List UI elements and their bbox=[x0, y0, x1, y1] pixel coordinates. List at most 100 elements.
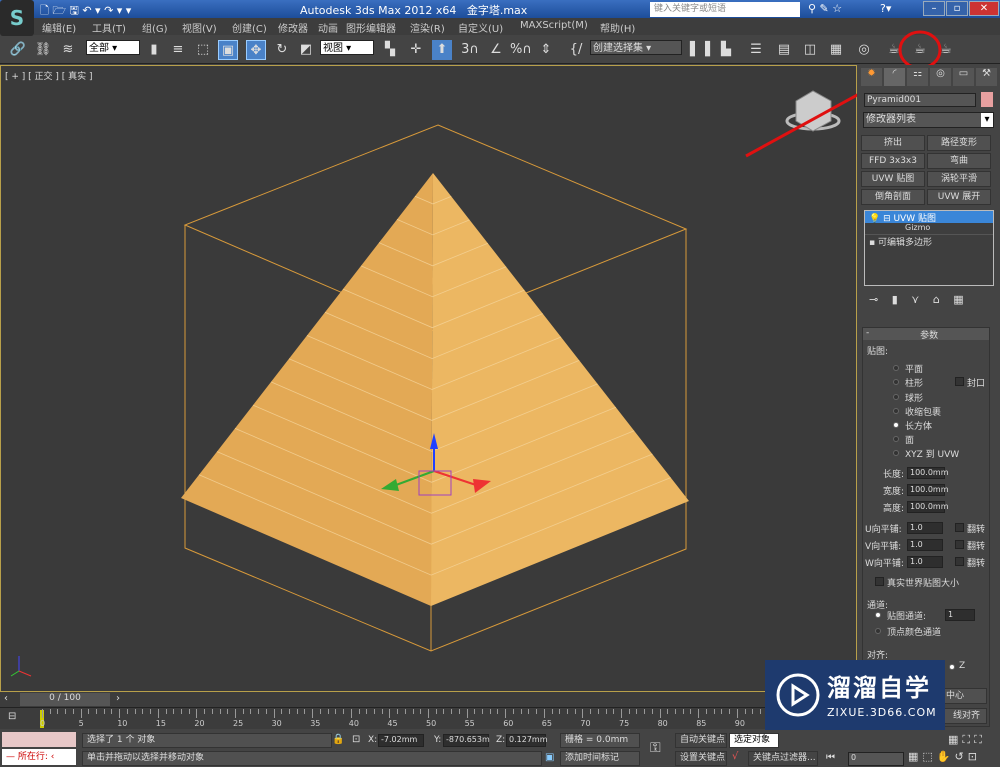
menu-customize[interactable]: 自定义(U) bbox=[458, 20, 503, 35]
time-tag-icon[interactable]: ▣ bbox=[545, 752, 554, 763]
tab-utilities-icon[interactable]: ⚒ bbox=[976, 68, 997, 86]
menu-modifiers[interactable]: 修改器 bbox=[278, 20, 308, 35]
modifier-button-bend[interactable]: 弯曲 bbox=[927, 153, 991, 169]
minimize-button[interactable]: – bbox=[923, 1, 945, 16]
menu-tools[interactable]: 工具(T) bbox=[92, 20, 126, 35]
spinner-snap-icon[interactable]: ⇕ bbox=[536, 40, 556, 60]
snaps-toggle-icon[interactable]: 3∩ bbox=[460, 40, 480, 60]
menu-help[interactable]: 帮助(H) bbox=[600, 20, 635, 35]
named-selection-dropdown[interactable]: 创建选择集 ▾ bbox=[590, 40, 682, 55]
select-by-name-icon[interactable]: ≡ bbox=[168, 40, 188, 60]
tab-display-icon[interactable]: ▭ bbox=[953, 68, 974, 86]
stack-item-uvw-map[interactable]: 💡 ⊟ UVW 贴图 bbox=[865, 211, 993, 224]
selection-filter-dropdown[interactable]: 全部 ▾ bbox=[86, 40, 140, 55]
select-manipulate-icon[interactable]: ✛ bbox=[406, 40, 426, 60]
menu-graph-editors[interactable]: 图形编辑器 bbox=[346, 20, 396, 35]
stack-item-gizmo[interactable]: Gizmo bbox=[865, 223, 993, 234]
w-tile-spinner[interactable]: 1.0 bbox=[907, 556, 943, 568]
map-channel-spinner[interactable]: 1 bbox=[945, 609, 975, 621]
set-key-button[interactable]: 设置关键点 bbox=[675, 751, 727, 766]
menu-rendering[interactable]: 渲染(R) bbox=[410, 20, 445, 35]
radio-shrink-wrap[interactable] bbox=[893, 408, 899, 414]
help-icon[interactable]: ?▾ bbox=[880, 2, 891, 15]
select-object-icon[interactable]: ▮ bbox=[144, 40, 164, 60]
key-filters-button[interactable]: 关键点过滤器... bbox=[748, 751, 818, 766]
radio-planar[interactable] bbox=[893, 365, 899, 371]
perspective-viewport[interactable]: [ + ] [ 正交 ] [ 真实 ] bbox=[0, 65, 858, 692]
select-rotate-icon[interactable]: ↻ bbox=[272, 40, 292, 60]
time-slider[interactable]: 0 / 100 ‹ › bbox=[0, 692, 857, 707]
z-coordinate[interactable]: 0.127mm bbox=[506, 734, 548, 747]
edit-named-selection-icon[interactable]: {/ bbox=[566, 40, 586, 60]
close-button[interactable]: ✕ bbox=[969, 1, 999, 16]
stack-item-editable-poly[interactable]: ▪ 可编辑多边形 bbox=[865, 234, 993, 248]
radio-spherical[interactable] bbox=[893, 394, 899, 400]
cap-checkbox[interactable] bbox=[955, 377, 964, 386]
tab-motion-icon[interactable]: ◎ bbox=[930, 68, 951, 86]
v-tile-spinner[interactable]: 1.0 bbox=[907, 539, 943, 551]
menu-edit[interactable]: 编辑(E) bbox=[42, 20, 76, 35]
width-spinner[interactable]: 100.0mm bbox=[907, 484, 949, 496]
angle-snap-icon[interactable]: ∠ bbox=[486, 40, 506, 60]
modifier-button-turbosmooth[interactable]: 涡轮平滑 bbox=[927, 171, 991, 187]
modifier-button-unwrap-uvw[interactable]: UVW 展开 bbox=[927, 189, 991, 205]
app-logo-icon[interactable]: S bbox=[0, 0, 34, 36]
zoom-extents-icons[interactable]: ▦⛶⛶ bbox=[948, 733, 986, 747]
mirror-icon[interactable]: ▌▐ bbox=[690, 40, 710, 60]
align-icon[interactable]: ▙ bbox=[716, 40, 736, 60]
modifier-button-extrude[interactable]: 挤出 bbox=[861, 135, 925, 151]
v-flip-checkbox[interactable] bbox=[955, 540, 964, 549]
radio-face[interactable] bbox=[893, 436, 899, 442]
object-name-field[interactable]: Pyramid001 bbox=[864, 93, 976, 107]
window-crossing-icon[interactable]: ▣ bbox=[218, 40, 238, 60]
w-flip-checkbox[interactable] bbox=[955, 557, 964, 566]
object-color-swatch[interactable] bbox=[981, 92, 993, 107]
stack-controls[interactable]: ⊸ ▮ ⋎ ⌂ ▦ bbox=[869, 293, 964, 306]
rectangular-selection-icon[interactable]: ⬚ bbox=[193, 40, 213, 60]
maxscript-line[interactable]: — 所在行: ‹ bbox=[2, 749, 76, 765]
radio-align-z[interactable] bbox=[949, 664, 955, 670]
mini-curve-editor-icon[interactable]: ⊟ bbox=[8, 711, 16, 722]
radio-vertex-color[interactable] bbox=[875, 628, 881, 634]
modifier-button-path-deform[interactable]: 路径变形 bbox=[927, 135, 991, 151]
unlink-icon[interactable]: ⛓ bbox=[33, 40, 53, 60]
add-time-tag[interactable]: 添加时间标记 bbox=[560, 751, 640, 766]
search-input[interactable]: 键入关键字或短语 bbox=[650, 2, 800, 17]
absolute-mode-icon[interactable]: ⊡ bbox=[352, 734, 360, 745]
layer-manager-icon[interactable]: ☰ bbox=[746, 40, 766, 60]
radio-box[interactable] bbox=[893, 422, 899, 428]
maxscript-listener[interactable] bbox=[2, 732, 76, 747]
radio-cylindrical[interactable] bbox=[893, 379, 899, 385]
menu-maxscript[interactable]: MAXScript(M) bbox=[520, 20, 588, 31]
maximize-button[interactable]: ▫ bbox=[946, 1, 968, 16]
bind-space-warp-icon[interactable]: ≋ bbox=[58, 40, 78, 60]
menu-views[interactable]: 视图(V) bbox=[182, 20, 217, 35]
modifier-button-ffd[interactable]: FFD 3x3x3 bbox=[861, 153, 925, 169]
percent-snap-icon[interactable]: %∩ bbox=[510, 40, 532, 60]
u-flip-checkbox[interactable] bbox=[955, 523, 964, 532]
tab-create-icon[interactable]: ✹ bbox=[861, 68, 882, 86]
track-bar[interactable]: ⊟ 0 5 10 15 20 25 30 35 40 45 50 55 60 65 70 75 80 85 90 bbox=[0, 707, 857, 729]
select-scale-icon[interactable]: ◩ bbox=[296, 40, 316, 60]
key-selection-dropdown[interactable]: 选定对象 bbox=[729, 733, 779, 748]
current-frame-field[interactable]: 0 bbox=[848, 752, 904, 766]
modifier-button-bevel-profile[interactable]: 倒角剖面 bbox=[861, 189, 925, 205]
go-to-start-icon[interactable]: ⏮ bbox=[826, 752, 835, 763]
binoculars-icon[interactable]: ⚲ ✎ ☆ bbox=[808, 2, 842, 15]
u-tile-spinner[interactable]: 1.0 bbox=[907, 522, 943, 534]
next-frame-icon[interactable]: › bbox=[116, 693, 120, 704]
menu-create[interactable]: 创建(C) bbox=[232, 20, 267, 35]
modifier-button-uvw-map[interactable]: UVW 贴图 bbox=[861, 171, 925, 187]
schematic-view-icon[interactable]: ▦ bbox=[826, 40, 846, 60]
y-coordinate[interactable]: -870.653m bbox=[443, 734, 490, 747]
modifier-list-dropdown[interactable]: 修改器列表 ▾ bbox=[863, 112, 994, 128]
key-icon[interactable]: ⚿ bbox=[650, 740, 661, 756]
height-spinner[interactable]: 100.0mm bbox=[907, 501, 949, 513]
curve-editor-icon[interactable]: ◫ bbox=[800, 40, 820, 60]
x-coordinate[interactable]: -7.02mm bbox=[378, 734, 424, 747]
length-spinner[interactable]: 100.0mm bbox=[907, 467, 949, 479]
radio-map-channel[interactable] bbox=[875, 612, 881, 618]
lock-icon[interactable]: 🔒 bbox=[332, 734, 344, 745]
menu-group[interactable]: 组(G) bbox=[142, 20, 168, 35]
select-move-icon[interactable]: ✥ bbox=[246, 40, 266, 60]
